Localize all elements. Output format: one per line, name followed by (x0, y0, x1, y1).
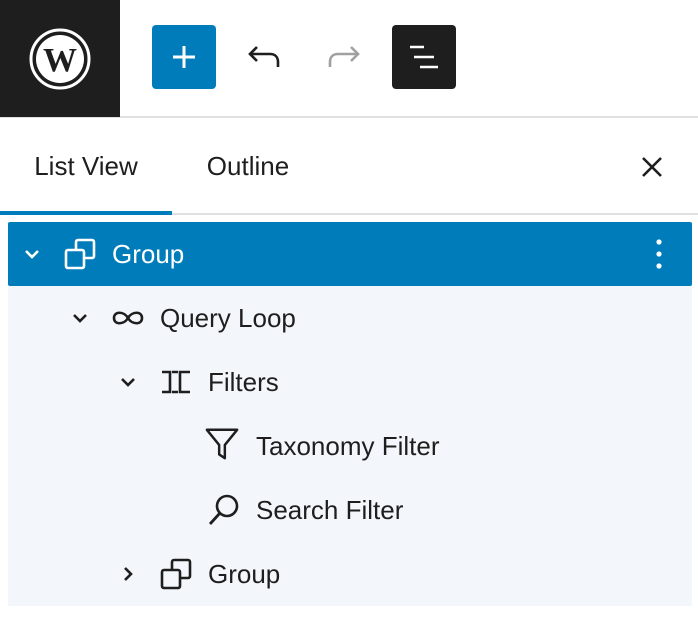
chevron-down-icon[interactable] (68, 306, 92, 330)
tab-list-view-label: List View (34, 150, 138, 181)
wordpress-logo-button[interactable]: W (0, 0, 120, 117)
chevron-down-icon[interactable] (20, 242, 44, 266)
more-options-icon[interactable] (644, 236, 674, 272)
tree-row-label: Filters (208, 366, 279, 397)
undo-icon (248, 46, 280, 67)
tree-row-query-loop[interactable]: Query Loop (8, 286, 692, 350)
close-icon (642, 157, 662, 177)
list-view-icon (410, 45, 438, 69)
chevron-down-icon[interactable] (116, 370, 140, 394)
group-icon (158, 556, 194, 592)
tree-row-label: Search Filter (256, 494, 404, 525)
close-panel-button[interactable] (626, 141, 678, 193)
tab-list-view[interactable]: List View (0, 119, 172, 215)
wordpress-logo-icon: W (29, 28, 91, 89)
sidebar-tabs: List View Outline (0, 119, 698, 215)
tree-row-group[interactable]: Group (8, 222, 692, 286)
filters-icon (158, 364, 194, 400)
loop-icon (110, 300, 146, 336)
plus-icon (173, 46, 195, 68)
list-view-tree: Group Query Loop Filters Taxonomy Filter… (8, 222, 692, 606)
funnel-icon (204, 426, 240, 462)
editor-toolbar: W (0, 0, 698, 118)
tree-row-label: Taxonomy Filter (256, 430, 440, 461)
tree-row-search-filter[interactable]: Search Filter (8, 478, 692, 542)
svg-text:W: W (43, 42, 77, 79)
tree-row-taxonomy-filter[interactable]: Taxonomy Filter (8, 414, 692, 478)
group-icon (62, 236, 98, 272)
list-view-toggle-button[interactable] (392, 25, 456, 89)
add-block-button[interactable] (152, 25, 216, 89)
chevron-right-icon[interactable] (116, 562, 140, 586)
search-icon (206, 492, 242, 528)
tab-outline-label: Outline (206, 150, 290, 181)
undo-button[interactable] (232, 25, 296, 89)
tree-row-filters[interactable]: Filters (8, 350, 692, 414)
redo-button[interactable] (312, 25, 376, 89)
tree-row-label: Query Loop (160, 302, 296, 333)
tab-outline[interactable]: Outline (172, 119, 324, 213)
tree-row-group-nested[interactable]: Group (8, 542, 692, 606)
tree-row-label: Group (112, 238, 185, 269)
tree-row-label: Group (208, 558, 281, 589)
redo-icon (328, 46, 360, 67)
